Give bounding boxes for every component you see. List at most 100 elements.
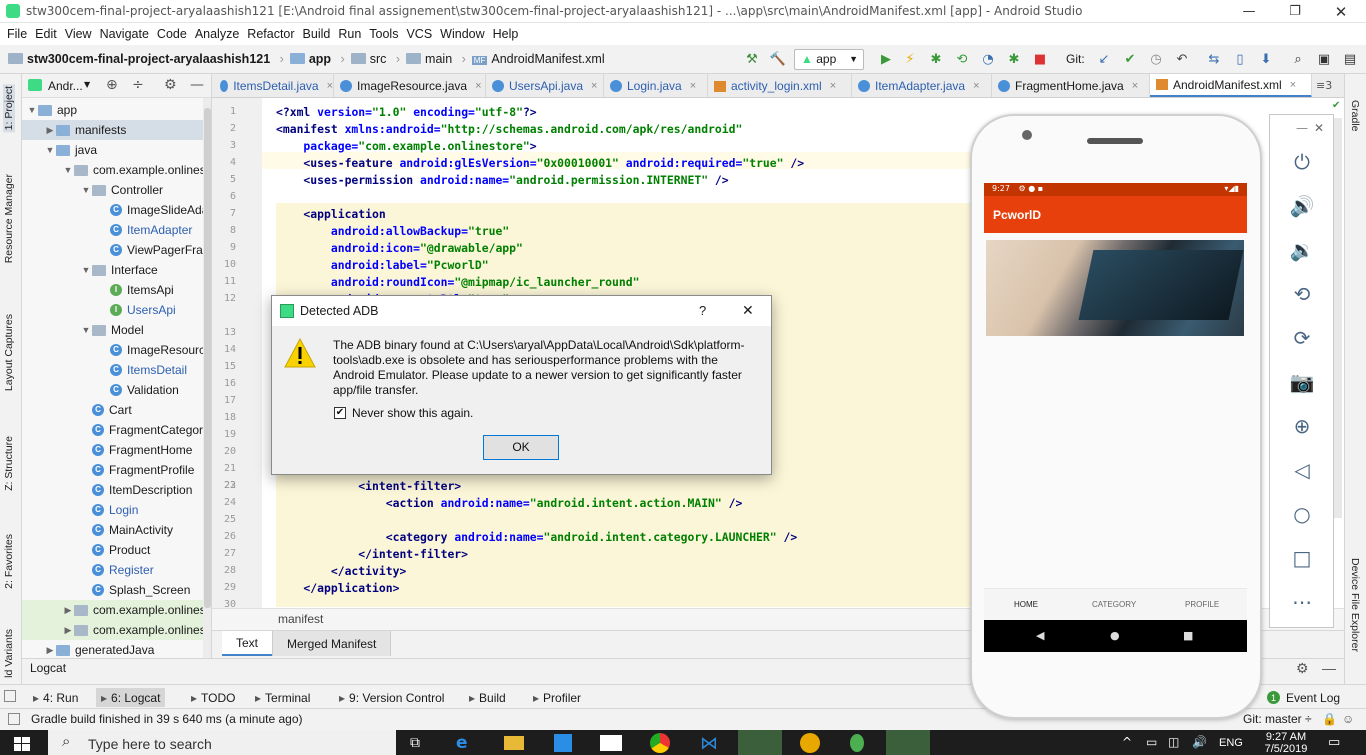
breadcrumb-file[interactable]: AndroidManifest.xml xyxy=(491,52,604,66)
tool-window-version-control[interactable]: ▸ 9: Version Control xyxy=(334,688,449,707)
task-view-icon[interactable]: ⧉ xyxy=(410,735,420,751)
nav-home[interactable]: HOME xyxy=(1014,600,1038,609)
editor-tab[interactable]: AndroidManifest.xml × xyxy=(1150,74,1312,97)
expand-down-icon[interactable]: ▼ xyxy=(80,185,92,195)
expand-right-icon[interactable]: ▶ xyxy=(44,645,56,656)
camera-icon[interactable]: 📷 xyxy=(1288,368,1316,396)
event-log-button[interactable]: 1 Event Log xyxy=(1262,688,1345,707)
tree-item[interactable]: C ImageSlideAda xyxy=(22,200,211,220)
logcat-settings-icon[interactable]: ⚙ xyxy=(1296,660,1309,677)
menu-tools[interactable]: Tools xyxy=(369,27,398,41)
expand-right-icon[interactable]: ▶ xyxy=(44,125,56,136)
menu-build[interactable]: Build xyxy=(303,27,331,41)
store-icon[interactable] xyxy=(554,734,572,752)
chrome-icon[interactable] xyxy=(650,733,670,753)
tree-item[interactable]: ▼ Model xyxy=(22,320,211,340)
tree-item[interactable]: C FragmentCategory xyxy=(22,420,211,440)
tool-tab-favorites[interactable]: 2: Favorites xyxy=(3,534,15,589)
logcat-hide-icon[interactable]: — xyxy=(1322,660,1336,676)
tree-item[interactable]: ▶ manifests xyxy=(22,120,211,140)
network-icon[interactable]: ◫ xyxy=(1168,735,1179,749)
tree-item[interactable]: ▼ Interface xyxy=(22,260,211,280)
project-scrollbar[interactable] xyxy=(203,98,211,658)
tree-item[interactable]: C Register xyxy=(22,560,211,580)
clock[interactable]: 9:27 AM 7/5/2019 xyxy=(1258,731,1314,755)
tab-close-icon[interactable]: × xyxy=(475,80,481,92)
emulator-screen[interactable]: 9:27 ⚙ ● ▪ ▾◢▮ PcworlD HOME CATEGORY PRO… xyxy=(984,183,1247,652)
tree-item[interactable]: ▶ com.example.onlinest xyxy=(22,600,211,620)
expand-down-icon[interactable]: ▼ xyxy=(80,325,92,335)
editor-tab[interactable]: Login.java × xyxy=(604,74,708,97)
back-icon[interactable]: ◁ xyxy=(1288,456,1316,484)
ok-button[interactable]: OK xyxy=(483,435,559,460)
zoom-icon[interactable]: ⊕ xyxy=(1288,412,1316,440)
tree-item[interactable]: ▼ java xyxy=(22,140,211,160)
expand-down-icon[interactable]: ▼ xyxy=(44,145,56,155)
debug-icon[interactable]: ✱ xyxy=(926,50,946,69)
editor-tab[interactable]: ItemAdapter.java × xyxy=(852,74,992,97)
git-branch[interactable]: Git: master ÷ xyxy=(1243,712,1312,726)
status-message[interactable]: Gradle build finished in 39 s 640 ms (a … xyxy=(31,712,302,726)
never-show-label[interactable]: Never show this again. xyxy=(352,406,473,421)
run-icon[interactable]: ▶ xyxy=(876,50,896,69)
expand-down-icon[interactable]: ▼ xyxy=(62,165,74,175)
tree-item[interactable]: C ItemsDetail xyxy=(22,360,211,380)
editor-tab[interactable]: FragmentHome.java × xyxy=(992,74,1150,97)
tree-item[interactable]: C ImageResource xyxy=(22,340,211,360)
expand-right-icon[interactable]: ▶ xyxy=(62,625,74,636)
locate-icon[interactable]: ⊕ xyxy=(106,77,118,93)
emulator-minimize-icon[interactable]: — xyxy=(1296,121,1308,135)
tree-item[interactable]: C Cart xyxy=(22,400,211,420)
status-toggle-icon[interactable] xyxy=(8,713,20,725)
rotate-left-icon[interactable]: ⟲ xyxy=(1288,280,1316,308)
tool-tab-resource-manager[interactable]: Resource Manager xyxy=(3,174,15,263)
tab-text[interactable]: Text xyxy=(222,631,273,656)
breadcrumb-project[interactable]: stw300cem-final-project-aryalaashish121 xyxy=(27,52,270,66)
nav-profile[interactable]: PROFILE xyxy=(1185,600,1219,609)
home-icon[interactable]: ○ xyxy=(1288,500,1316,528)
tree-item[interactable]: C ItemAdapter xyxy=(22,220,211,240)
breadcrumb-src[interactable]: src xyxy=(370,52,387,66)
tab-close-icon[interactable]: × xyxy=(973,80,979,92)
revert-icon[interactable]: ↶ xyxy=(1172,50,1192,69)
tab-close-icon[interactable]: × xyxy=(591,80,597,92)
tree-item[interactable]: C ItemDescription xyxy=(22,480,211,500)
tab-close-icon[interactable]: × xyxy=(1290,79,1296,91)
close-icon[interactable]: ✕ xyxy=(1318,0,1364,23)
image-slider[interactable] xyxy=(986,240,1244,336)
menu-refactor[interactable]: Refactor xyxy=(247,27,294,41)
make-project-icon[interactable]: ⚒ xyxy=(742,50,762,69)
android-studio-taskbar-icon[interactable] xyxy=(738,730,782,755)
tab-close-icon[interactable]: × xyxy=(830,80,836,92)
tree-item[interactable]: I ItemsApi xyxy=(22,280,211,300)
editor-tab[interactable]: ImageResource.java × xyxy=(334,74,486,97)
nav-category[interactable]: CATEGORY xyxy=(1092,600,1136,609)
tree-item[interactable]: ▼ Controller xyxy=(22,180,211,200)
more-icon[interactable]: ⋯ xyxy=(1288,588,1316,616)
avd-manager-icon[interactable]: ▯ xyxy=(1230,50,1250,69)
apply-changes-icon[interactable]: ⚡ xyxy=(900,50,920,69)
tool-tab-build-variants[interactable]: ld Variants xyxy=(3,629,15,678)
home-button-icon[interactable]: ● xyxy=(1110,629,1120,642)
taskbar-search-box[interactable]: ⌕ Type here to search xyxy=(48,730,396,755)
power-icon[interactable]: ⏻ xyxy=(1288,148,1316,176)
tree-item[interactable]: C FragmentProfile xyxy=(22,460,211,480)
tree-item[interactable]: C MainActivity xyxy=(22,520,211,540)
expand-down-icon[interactable]: ▼ xyxy=(80,265,92,275)
inspector-icon[interactable]: ☺ xyxy=(1342,712,1354,726)
tree-item[interactable]: C Splash_Screen xyxy=(22,580,211,600)
tree-item[interactable]: ▼ com.example.onlinest xyxy=(22,160,211,180)
overview-button-icon[interactable]: ■ xyxy=(1183,629,1193,642)
tool-window-todo[interactable]: ▸ TODO xyxy=(186,688,240,707)
windows-start-icon[interactable] xyxy=(14,737,30,751)
overview-icon[interactable]: □ xyxy=(1288,544,1316,572)
notifications-icon[interactable]: ▭ xyxy=(1328,735,1340,750)
menu-code[interactable]: Code xyxy=(157,27,187,41)
vcs-commit-icon[interactable]: ✔ xyxy=(1120,50,1140,69)
volume-icon[interactable]: 🔊 xyxy=(1192,735,1207,749)
breadcrumb-module[interactable]: app xyxy=(309,52,331,66)
vcs-update-icon[interactable]: ↙ xyxy=(1094,50,1114,69)
menu-vcs[interactable]: VCS xyxy=(406,27,432,41)
attach-debugger-icon[interactable]: ✱ xyxy=(1004,50,1024,69)
mongodb-icon[interactable] xyxy=(850,734,864,752)
